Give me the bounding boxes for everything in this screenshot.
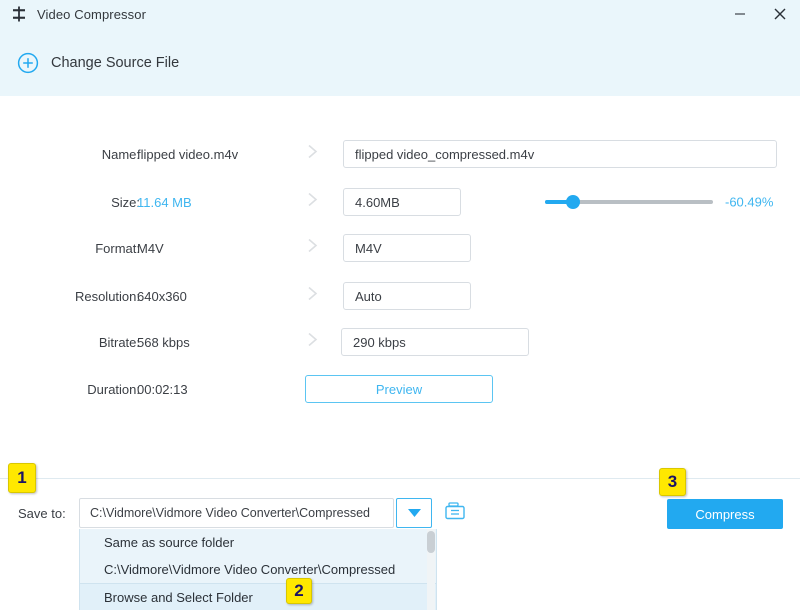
chevron-right-icon bbox=[305, 142, 321, 167]
chevron-down-icon bbox=[408, 504, 421, 522]
dropdown-option-same-as-source[interactable]: Same as source folder bbox=[80, 529, 436, 556]
resolution-select[interactable]: Auto bbox=[343, 282, 471, 310]
compression-percent: -60.49% bbox=[725, 195, 773, 210]
save-to-dropdown-button[interactable] bbox=[396, 498, 432, 528]
format-label: Format: bbox=[60, 241, 140, 256]
dropdown-option-browse[interactable]: Browse and Select Folder bbox=[80, 583, 436, 610]
name-label: Name: bbox=[60, 147, 140, 162]
compression-slider[interactable] bbox=[545, 194, 713, 210]
minimize-button[interactable] bbox=[720, 0, 760, 28]
format-select[interactable]: M4V bbox=[343, 234, 471, 262]
chevron-right-icon bbox=[305, 330, 321, 355]
save-to-dropdown-menu[interactable]: Same as source folder C:\Vidmore\Vidmore… bbox=[79, 529, 437, 610]
output-name-input[interactable]: flipped video_compressed.m4v bbox=[343, 140, 777, 168]
chevron-right-icon bbox=[305, 236, 321, 261]
name-value: flipped video.m4v bbox=[137, 147, 238, 162]
row-resolution: Resolution: 640x360 Auto bbox=[0, 281, 800, 311]
callout-badge-2: 2 bbox=[286, 578, 312, 604]
window-controls bbox=[720, 0, 800, 28]
title-bar: Video Compressor bbox=[0, 0, 800, 28]
row-duration: Duration: 00:02:13 Preview bbox=[0, 374, 800, 404]
window-title: Video Compressor bbox=[37, 7, 146, 22]
change-source-file-button[interactable]: Change Source File bbox=[17, 52, 179, 74]
settings-form: Name: flipped video.m4v flipped video_co… bbox=[0, 96, 800, 452]
chevron-right-icon bbox=[305, 190, 321, 215]
duration-label: Duration: bbox=[60, 382, 140, 397]
row-size: Size: 11.64 MB 4.60MB -60.49% bbox=[0, 187, 800, 217]
size-value: 11.64 MB bbox=[137, 195, 192, 210]
preview-button[interactable]: Preview bbox=[305, 375, 493, 403]
dropdown-option-compressed-path[interactable]: C:\Vidmore\Vidmore Video Converter\Compr… bbox=[80, 556, 436, 583]
video-compressor-window: Video Compressor Change bbox=[0, 0, 800, 610]
bitrate-input[interactable]: 290 kbps bbox=[341, 328, 529, 356]
size-label: Size: bbox=[60, 195, 140, 210]
resolution-label: Resolution: bbox=[60, 289, 140, 304]
plus-circle-icon bbox=[17, 52, 39, 74]
row-bitrate: Bitrate: 568 kbps 290 kbps bbox=[0, 327, 800, 357]
open-folder-button[interactable] bbox=[442, 500, 468, 526]
bitrate-value: 568 kbps bbox=[137, 335, 190, 350]
duration-value: 00:02:13 bbox=[137, 382, 188, 397]
bitrate-label: Bitrate: bbox=[60, 335, 140, 350]
resolution-value: 640x360 bbox=[137, 289, 187, 304]
close-button[interactable] bbox=[760, 0, 800, 28]
target-size-input[interactable]: 4.60MB bbox=[343, 188, 461, 216]
slider-thumb[interactable] bbox=[566, 195, 580, 209]
chevron-right-icon bbox=[305, 284, 321, 309]
row-format: Format: M4V M4V bbox=[0, 233, 800, 263]
compress-icon bbox=[10, 5, 28, 23]
save-to-label: Save to: bbox=[18, 506, 66, 521]
row-name: Name: flipped video.m4v flipped video_co… bbox=[0, 139, 800, 169]
dropdown-scrollbar-thumb[interactable] bbox=[427, 531, 435, 553]
compress-button[interactable]: Compress bbox=[667, 499, 783, 529]
callout-badge-1: 1 bbox=[8, 463, 36, 493]
format-value: M4V bbox=[137, 241, 164, 256]
change-source-file-label: Change Source File bbox=[51, 55, 179, 71]
folder-list-icon bbox=[444, 501, 466, 526]
callout-badge-3: 3 bbox=[659, 468, 686, 496]
save-to-input[interactable]: C:\Vidmore\Vidmore Video Converter\Compr… bbox=[79, 498, 394, 528]
